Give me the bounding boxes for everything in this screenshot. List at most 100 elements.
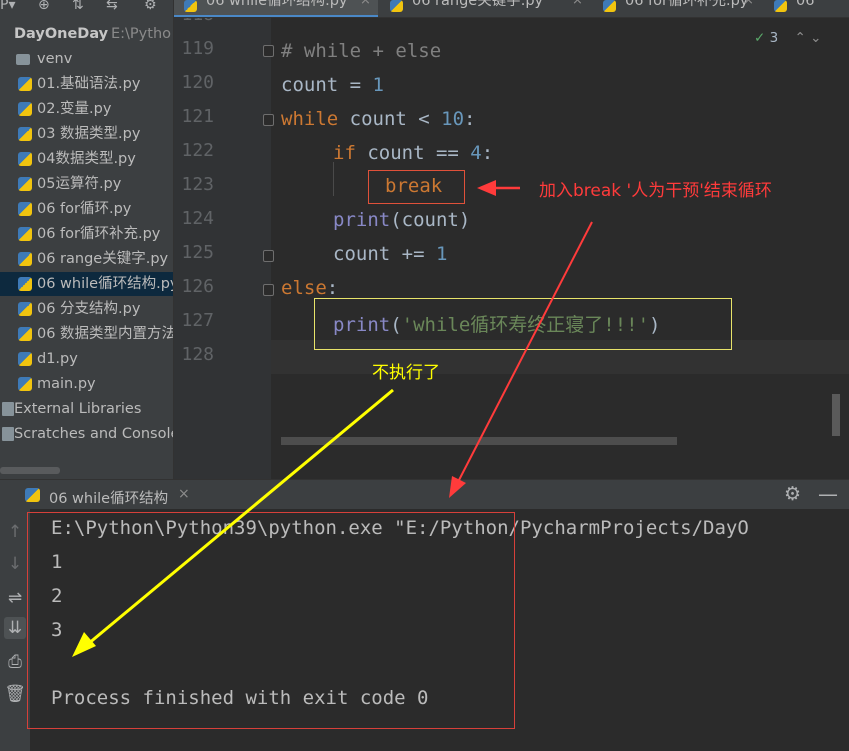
up-arrow-icon[interactable]: ↑ — [4, 521, 26, 543]
check-icon: ✓ — [754, 30, 766, 46]
scroll-to-end-icon[interactable]: ⇊ — [4, 617, 26, 639]
collapse-all-icon[interactable]: ⇅ — [72, 0, 84, 13]
run-tab-label[interactable]: 06 while循环结构 — [49, 487, 168, 508]
python-file-icon — [603, 0, 616, 12]
tree-item-label: 05运算符.py — [37, 176, 122, 192]
tree-item-label: 06 while循环结构.py — [37, 276, 174, 292]
editor-tab[interactable]: 06 range关键字.py × — [380, 0, 592, 17]
tree-item-file[interactable]: 06 for循环补充.py — [0, 222, 173, 246]
python-file-icon — [184, 0, 197, 12]
code-editor[interactable]: 118 119 120 121 122 123 124 125 126 127 128 # whil… — [174, 18, 849, 479]
fold-marker-icon[interactable] — [263, 250, 274, 262]
else-highlight-box — [314, 298, 732, 350]
line-number: 128 — [181, 344, 214, 365]
code-line-121: while count < 10: — [281, 108, 476, 130]
trash-icon[interactable]: 🗑 — [4, 683, 26, 705]
python-file-icon — [18, 327, 32, 341]
tree-item-file[interactable]: 01.基础语法.py — [0, 72, 173, 96]
library-icon — [2, 402, 14, 416]
code-text: count < — [338, 108, 442, 130]
python-file-icon — [18, 377, 32, 391]
line-number: 124 — [181, 208, 214, 229]
break-highlight-box — [368, 170, 465, 204]
scratches-icon — [2, 427, 14, 441]
run-side-toolbar: ↑ ↓ ⇌ ⇊ ⎙ 🗑 — [0, 509, 30, 751]
tree-item-label: 01.基础语法.py — [37, 76, 141, 92]
editor-tab[interactable]: 06 — [764, 0, 849, 17]
line-number: 119 — [181, 38, 214, 59]
tree-item-file[interactable]: 06 range关键字.py — [0, 247, 173, 271]
tab-label: 06 — [796, 0, 815, 9]
python-file-icon — [774, 0, 787, 12]
print-icon[interactable]: ⎙ — [4, 651, 26, 673]
editor-vertical-scrollbar[interactable] — [832, 394, 840, 436]
fold-marker-icon[interactable] — [263, 114, 274, 126]
tree-item-file[interactable]: d1.py — [0, 347, 173, 371]
builtin-function: print — [333, 209, 391, 231]
sidebar-horizontal-scrollbar[interactable] — [0, 467, 60, 474]
python-file-icon — [18, 102, 32, 116]
expand-all-icon[interactable]: ⇆ — [106, 0, 118, 13]
code-text: : — [481, 142, 494, 164]
minimize-icon[interactable]: — — [818, 482, 838, 506]
locate-target-icon[interactable]: ⊕ — [38, 0, 50, 13]
code-text: (count) — [390, 209, 471, 231]
line-number: 118 — [174, 18, 214, 25]
close-tab-icon[interactable]: × — [360, 0, 371, 7]
project-toolbar: P▾ ⊕ ⇅ ⇆ ⚙ — [0, 0, 173, 18]
tree-item-label: 06 分支结构.py — [37, 301, 141, 317]
tree-item-label: 06 range关键字.py — [37, 251, 169, 267]
break-annotation: 加入break '人为干预'结束循环 — [539, 181, 772, 201]
tree-item-scratches[interactable]: Scratches and Console — [0, 422, 174, 446]
line-number: 121 — [181, 106, 214, 127]
python-file-icon — [18, 202, 32, 216]
tree-item-label: Scratches and Console — [14, 426, 174, 442]
code-line-125: count += 1 — [333, 243, 447, 265]
close-tab-icon[interactable]: × — [572, 0, 583, 7]
line-number: 120 — [181, 72, 214, 93]
fold-marker-icon[interactable] — [263, 45, 274, 57]
tree-item-label: External Libraries — [14, 401, 142, 417]
run-tool-window-header: 06 while循环结构 × ⚙ — — [0, 479, 849, 509]
line-number: 125 — [181, 242, 214, 263]
tree-item-label: 06 数据类型内置方法 — [37, 326, 174, 342]
down-arrow-icon[interactable]: ↓ — [4, 553, 26, 575]
soft-wrap-icon[interactable]: ⇌ — [4, 587, 26, 609]
prev-next-arrows-icon[interactable]: ⌃ ⌄ — [795, 30, 822, 46]
folder-icon — [16, 54, 30, 65]
tree-item-label: d1.py — [37, 351, 78, 367]
python-file-icon — [18, 177, 32, 191]
tree-item-file[interactable]: 02.变量.py — [0, 97, 173, 121]
tree-item-file[interactable]: venv — [0, 47, 173, 71]
tree-item-file[interactable]: 05运算符.py — [0, 172, 173, 196]
editor-horizontal-scrollbar[interactable] — [281, 437, 677, 445]
tree-item-project-root[interactable]: DayOneDay E:\Pytho — [0, 22, 173, 46]
tree-item-file[interactable]: main.py — [0, 372, 173, 396]
inspection-widget[interactable]: ✓ 3 ⌃ ⌄ — [754, 30, 821, 46]
tree-item-file[interactable]: 06 for循环.py — [0, 197, 173, 221]
gear-icon[interactable]: ⚙ — [144, 0, 157, 13]
tree-item-label: 06 for循环.py — [37, 201, 132, 217]
close-run-tab-icon[interactable]: × — [178, 486, 190, 502]
code-text: count = — [281, 74, 373, 96]
close-tab-icon[interactable]: × — [743, 0, 754, 7]
console-highlight-box — [27, 512, 515, 729]
code-line-124: print(count) — [333, 209, 470, 231]
project-path: E:\Pytho — [111, 26, 172, 42]
tree-item-file[interactable]: 06 数据类型内置方法 — [0, 322, 174, 346]
tree-item-file[interactable]: 06 分支结构.py — [0, 297, 173, 321]
else-annotation: 不执行了 — [372, 363, 440, 383]
tree-item-label: 04数据类型.py — [37, 151, 136, 167]
tree-item-file[interactable]: 03 数据类型.py — [0, 122, 173, 146]
editor-tab[interactable]: 06 for循环补充.py × — [593, 0, 763, 17]
python-file-icon — [390, 0, 403, 12]
code-text: count == — [355, 142, 471, 164]
gear-icon[interactable]: ⚙ — [784, 483, 801, 505]
tree-item-external-libraries[interactable]: External Libraries — [0, 397, 173, 421]
editor-tab[interactable]: 06 while循环结构.py × — [174, 0, 378, 17]
project-dropdown-icon[interactable]: P▾ — [0, 0, 15, 13]
fold-marker-icon[interactable] — [263, 284, 274, 296]
line-number: 122 — [181, 140, 214, 161]
tree-item-file[interactable]: 04数据类型.py — [0, 147, 173, 171]
tree-item-file[interactable]: 06 while循环结构.py — [0, 272, 174, 296]
